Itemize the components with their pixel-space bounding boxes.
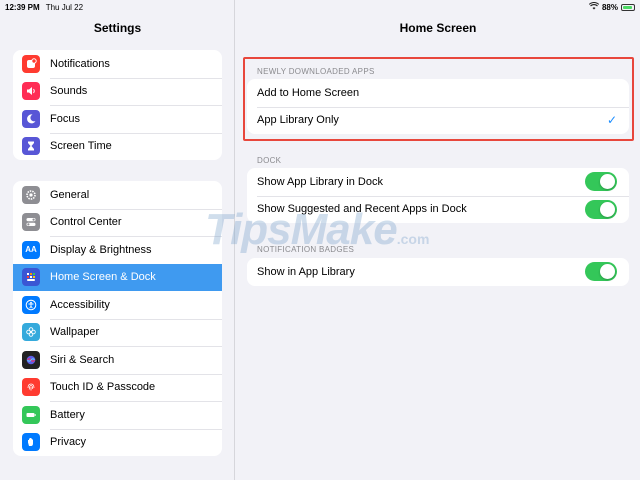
- option-add-to-home-screen[interactable]: Add to Home Screen: [247, 79, 629, 107]
- section-header-dock: DOCK: [257, 156, 282, 165]
- row-show-in-app-library: Show in App Library: [247, 258, 629, 286]
- settings-sidebar: Settings Notifications Sounds Focus Scre…: [0, 0, 235, 480]
- toggle-show-in-app-library[interactable]: [585, 262, 617, 282]
- accessibility-icon: [22, 295, 40, 314]
- row-label: Show Suggested and Recent Apps in Dock: [257, 203, 467, 216]
- sidebar-item-label: Wallpaper: [50, 326, 100, 339]
- sidebar-item-privacy[interactable]: Privacy: [13, 428, 222, 457]
- app-grid-icon: [22, 268, 40, 287]
- sidebar-item-label: Display & Brightness: [50, 243, 152, 256]
- sidebar-item-label: Control Center: [50, 216, 122, 229]
- toggle-show-suggested-recent-apps[interactable]: [585, 199, 617, 219]
- row-show-suggested-recent-apps: Show Suggested and Recent Apps in Dock: [247, 195, 629, 224]
- sidebar-item-label: Notifications: [50, 57, 110, 70]
- checkmark-icon: ✓: [606, 113, 617, 128]
- option-label: App Library Only: [257, 114, 339, 127]
- sidebar-item-label: Accessibility: [50, 298, 110, 311]
- sidebar-group-1: Notifications Sounds Focus Screen Time: [13, 50, 222, 160]
- aa-icon: AA: [22, 240, 40, 259]
- dock-card: Show App Library in Dock Show Suggested …: [247, 168, 629, 223]
- row-label: Show in App Library: [257, 265, 355, 278]
- hourglass-icon: [22, 137, 40, 156]
- fingerprint-icon: [22, 378, 40, 397]
- sidebar-item-label: Touch ID & Passcode: [50, 381, 156, 394]
- sidebar-item-control-center[interactable]: Control Center: [13, 208, 222, 237]
- option-label: Add to Home Screen: [257, 86, 360, 99]
- home-screen-detail: Home Screen NEWLY DOWNLOADED APPS Add to…: [236, 0, 640, 480]
- page-title: Home Screen: [399, 21, 477, 35]
- notifications-icon: [22, 54, 40, 73]
- sidebar-item-screen-time[interactable]: Screen Time: [13, 132, 222, 161]
- status-right: 88%: [588, 2, 635, 12]
- sidebar-item-label: Home Screen & Dock: [50, 271, 156, 284]
- gear-icon: [22, 185, 40, 204]
- sidebar-item-touch-id-passcode[interactable]: Touch ID & Passcode: [13, 373, 222, 402]
- sidebar-item-label: Screen Time: [50, 140, 112, 153]
- status-time: 12:39 PM: [5, 2, 40, 12]
- sidebar-item-sounds[interactable]: Sounds: [13, 77, 222, 106]
- sidebar-item-label: Sounds: [50, 85, 88, 98]
- battery-icon: [22, 405, 40, 424]
- sidebar-item-display-brightness[interactable]: AA Display & Brightness: [13, 236, 222, 264]
- wifi-icon: [588, 2, 600, 12]
- sidebar-item-home-screen-dock[interactable]: Home Screen & Dock: [13, 263, 222, 291]
- battery-percent: 88%: [601, 2, 618, 12]
- hand-icon: [22, 433, 40, 452]
- battery-status-icon: [621, 3, 635, 11]
- sidebar-item-siri-search[interactable]: Siri & Search: [13, 346, 222, 374]
- section-header-notification-badges: NOTIFICATION BADGES: [257, 245, 355, 254]
- toggles-icon: [22, 213, 40, 232]
- sidebar-item-accessibility[interactable]: Accessibility: [13, 291, 222, 319]
- sidebar-item-battery[interactable]: Battery: [13, 401, 222, 429]
- sidebar-title: Settings: [93, 21, 142, 35]
- section-header-newly-downloaded: NEWLY DOWNLOADED APPS: [257, 67, 375, 76]
- siri-icon: [22, 350, 40, 369]
- sidebar-item-notifications[interactable]: Notifications: [13, 50, 222, 78]
- sidebar-item-label: Battery: [50, 408, 85, 421]
- notification-badges-card: Show in App Library: [247, 258, 629, 286]
- sidebar-item-general[interactable]: General: [13, 181, 222, 209]
- row-show-app-library-in-dock: Show App Library in Dock: [247, 168, 629, 196]
- sounds-icon: [22, 82, 40, 101]
- toggle-show-app-library-in-dock[interactable]: [585, 172, 617, 192]
- status-bar: 12:39 PM Thu Jul 22 88%: [0, 0, 640, 14]
- sidebar-item-focus[interactable]: Focus: [13, 105, 222, 133]
- sidebar-item-label: Privacy: [50, 436, 87, 449]
- flower-icon: [22, 323, 40, 342]
- sidebar-item-label: Siri & Search: [50, 353, 115, 366]
- status-date: Thu Jul 22: [45, 2, 84, 12]
- focus-moon-icon: [22, 109, 40, 128]
- sidebar-item-wallpaper[interactable]: Wallpaper: [13, 318, 222, 347]
- sidebar-group-2: General Control Center AA Display & Brig…: [13, 181, 222, 456]
- row-label: Show App Library in Dock: [257, 175, 383, 188]
- newly-downloaded-card: Add to Home Screen App Library Only ✓: [247, 79, 629, 134]
- sidebar-item-label: Focus: [50, 112, 80, 125]
- option-app-library-only[interactable]: App Library Only ✓: [247, 106, 629, 135]
- sidebar-item-label: General: [50, 188, 90, 201]
